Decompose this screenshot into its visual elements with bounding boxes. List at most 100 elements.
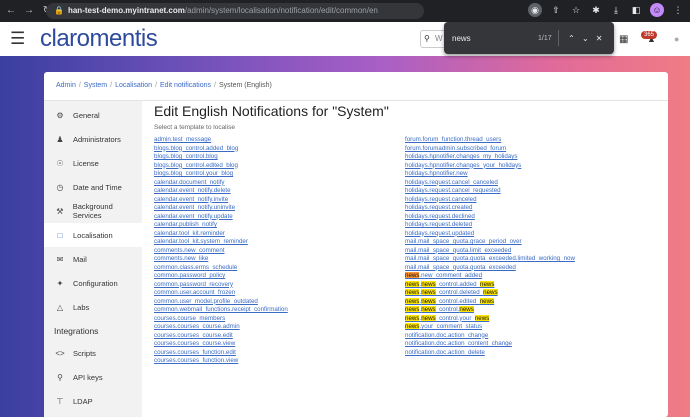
template-link[interactable]: holidays.hpnotifier.changes_my_holidays xyxy=(405,153,575,162)
download-icon[interactable]: ⤓ xyxy=(610,3,622,17)
template-link[interactable]: courses.courses_function.edit xyxy=(154,349,288,358)
template-link[interactable]: mail.mail_space_quota.grace_period_over xyxy=(405,238,575,247)
mail-icon: ✉ xyxy=(56,254,64,264)
template-link[interactable]: calendar.event_notify.uninvite xyxy=(154,204,288,213)
template-link[interactable]: common.webmail_functions.receipt_confirm… xyxy=(154,306,288,315)
template-link[interactable]: calendar.publish_notify xyxy=(154,221,288,230)
user-menu-icon[interactable]: ● xyxy=(674,34,679,44)
template-link[interactable]: news.news_control.news xyxy=(405,306,575,315)
sidebar-item-api-keys[interactable]: ⚲ API keys xyxy=(44,365,142,389)
template-link[interactable]: holidays.request.canceled xyxy=(405,196,575,205)
page-subtitle: Select a template to localise xyxy=(154,124,235,131)
template-link[interactable]: holidays.hpnotifier.new xyxy=(405,170,575,179)
template-link[interactable]: courses.courses_course.edit xyxy=(154,332,288,341)
sidebar-item-date-and-time[interactable]: ◷ Date and Time xyxy=(44,175,142,199)
find-input[interactable] xyxy=(452,33,522,43)
breadcrumb-localisation[interactable]: Localisation xyxy=(115,82,152,89)
sidebar-item-localisation[interactable]: □ Localisation xyxy=(44,223,142,247)
template-link[interactable]: notification.doc.action_content_change xyxy=(405,340,575,349)
template-link[interactable]: common.class.erms_schedule xyxy=(154,264,288,273)
find-prev-icon[interactable]: ⌃ xyxy=(565,34,579,43)
apps-grid-icon[interactable]: ▦ xyxy=(619,34,628,45)
sidebar-item-administrators[interactable]: ♟ Administrators xyxy=(44,127,142,151)
sidebar-item-configuration[interactable]: ✦ Configuration xyxy=(44,271,142,295)
sidepanel-icon[interactable]: ◧ xyxy=(630,3,642,17)
template-link[interactable]: calendar.tool_kit.reminder xyxy=(154,230,288,239)
template-link[interactable]: common.user.account_frozen xyxy=(154,289,288,298)
template-link[interactable]: blogs.blog_control.edited_blog xyxy=(154,162,288,171)
bookmark-star-icon[interactable]: ☆ xyxy=(570,3,582,17)
template-link[interactable]: mail.mail_space_quota.quota_exceeded.lim… xyxy=(405,255,575,264)
template-link[interactable]: news.your_comment_status xyxy=(405,323,575,332)
template-link[interactable]: calendar.event_notify.invite xyxy=(154,196,288,205)
sidebar-item-label: General xyxy=(73,110,100,120)
page-action-icon[interactable]: ◉ xyxy=(528,3,542,17)
forward-icon[interactable]: → xyxy=(22,4,36,18)
sidebar-item-label: Scripts xyxy=(73,348,96,358)
template-link[interactable]: calendar.event_notify.delete xyxy=(154,187,288,196)
template-link[interactable]: blogs.blog_control.blog xyxy=(154,153,288,162)
template-link[interactable]: news.news_control.edited_news xyxy=(405,297,575,307)
find-match-highlight: news xyxy=(421,297,436,305)
profile-avatar-icon[interactable]: ☺ xyxy=(650,3,664,17)
template-link[interactable]: admin.test_message xyxy=(154,136,288,145)
breadcrumb-system[interactable]: System xyxy=(84,82,107,89)
notification-badge[interactable]: 365 xyxy=(641,31,658,39)
template-link[interactable]: holidays.request.cancel_canceled xyxy=(405,179,575,188)
back-icon[interactable]: ← xyxy=(4,4,18,18)
template-link[interactable]: news.new_comment_added xyxy=(405,272,575,281)
template-link[interactable]: mail.mail_space_quota.limit_exceeded xyxy=(405,247,575,256)
hamburger-menu-icon[interactable]: ☰ xyxy=(10,30,26,47)
template-link[interactable]: mail.mail_space_quota.quota_exceeded xyxy=(405,264,575,273)
menu-kebab-icon[interactable]: ⋮ xyxy=(672,3,684,17)
template-link[interactable]: calendar.tool_kit.system_reminder xyxy=(154,238,288,247)
template-link[interactable]: holidays.request.created xyxy=(405,204,575,213)
find-match-highlight: news xyxy=(405,297,420,305)
sidebar-item-general[interactable]: ⚙ General xyxy=(44,103,142,127)
template-link[interactable]: courses.courses_function.view xyxy=(154,357,288,366)
template-link[interactable]: holidays.request.cancel_requested xyxy=(405,187,575,196)
template-link[interactable]: calendar.document_notify xyxy=(154,179,288,188)
template-link[interactable]: notification.doc.action_change xyxy=(405,332,575,341)
template-link[interactable]: holidays.request.declined xyxy=(405,213,575,222)
template-link[interactable]: courses.courses_course.view xyxy=(154,340,288,349)
sidebar-item-license[interactable]: ☉ License xyxy=(44,151,142,175)
breadcrumb-admin[interactable]: Admin xyxy=(56,82,76,89)
template-link[interactable]: comments.new_comment xyxy=(154,247,288,256)
template-link[interactable]: comments.new_like xyxy=(154,255,288,264)
template-link[interactable]: holidays.hpnotifier.changes_your_holiday… xyxy=(405,162,575,171)
sidebar-item-ldap[interactable]: ⊤ LDAP xyxy=(44,389,142,413)
template-link[interactable]: calendar.event_notify.update xyxy=(154,213,288,222)
sidebar-item-mail[interactable]: ✉ Mail xyxy=(44,247,142,271)
sidebar-item-scripts[interactable]: <> Scripts xyxy=(44,341,142,365)
find-match-highlight: news xyxy=(421,289,436,296)
sidebar-item-labs[interactable]: △ Labs xyxy=(44,295,142,319)
template-link[interactable]: holidays.request.updated xyxy=(405,230,575,239)
breadcrumb-edit-notifications[interactable]: Edit notifications xyxy=(160,82,211,89)
code-icon: <> xyxy=(55,348,65,358)
address-bar[interactable]: 🔒 han-test-demo.myintranet.com/admin/syst… xyxy=(46,3,424,19)
template-link[interactable]: common.user_model.profile_outdated xyxy=(154,298,288,307)
template-link[interactable]: news.news_control.added_news xyxy=(405,280,575,290)
logo[interactable]: claromentis xyxy=(40,25,158,53)
find-match-highlight: news xyxy=(405,323,420,330)
template-link[interactable]: blogs.blog_control.added_blog xyxy=(154,145,288,154)
template-link[interactable]: holidays.request.deleted xyxy=(405,221,575,230)
template-link[interactable]: notification.doc.action_delete xyxy=(405,349,575,358)
sidebar-item-background-services[interactable]: ⚒ Background Services xyxy=(44,199,142,223)
template-link[interactable]: common.password_recovery xyxy=(154,281,288,290)
find-next-icon[interactable]: ⌄ xyxy=(578,34,592,43)
template-link[interactable]: courses.courses_course.admin xyxy=(154,323,288,332)
extensions-icon[interactable]: ✱ xyxy=(590,3,602,17)
template-link[interactable]: news.news_control.your_news xyxy=(405,314,575,324)
template-link[interactable]: courses.course_members xyxy=(154,315,288,324)
find-close-icon[interactable]: ✕ xyxy=(592,34,606,43)
template-link[interactable]: forum.forum_function.thread_users xyxy=(405,136,575,145)
template-link[interactable]: blogs.blog_control.your_blog xyxy=(154,170,288,179)
sidebar-item-label: Mail xyxy=(73,254,87,264)
template-link[interactable]: news.news_control.deleted_news xyxy=(405,289,575,298)
share-icon[interactable]: ⇧ xyxy=(550,3,562,17)
template-link[interactable]: common.password_policy xyxy=(154,272,288,281)
template-list-left: admin.test_message blogs.blog_control.add… xyxy=(154,136,288,366)
template-link[interactable]: forum.forumadmin.subscribed_forum xyxy=(405,145,575,154)
